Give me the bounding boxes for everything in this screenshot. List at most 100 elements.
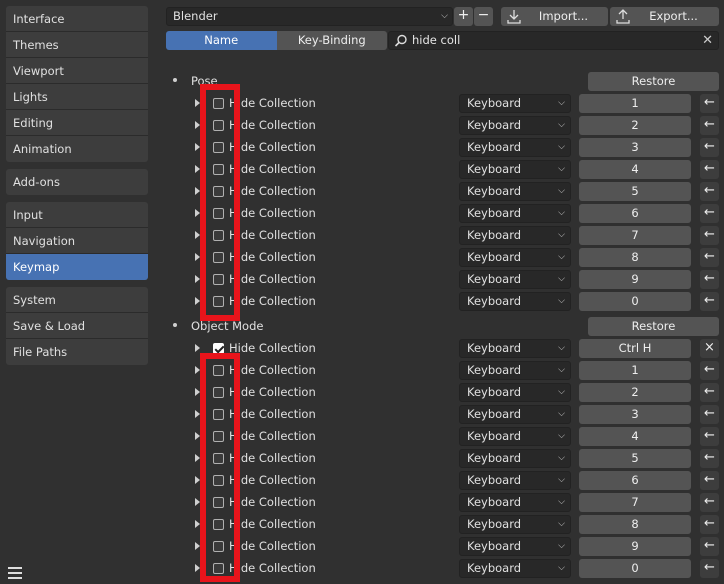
sidebar-item-system[interactable]: System <box>6 287 148 313</box>
key-binding-button[interactable]: 9 <box>579 270 691 289</box>
input-device-dropdown[interactable]: Keyboard ⌵ <box>459 537 571 556</box>
restore-item-icon[interactable]: ← <box>700 449 719 468</box>
input-device-dropdown[interactable]: Keyboard ⌵ <box>459 427 571 446</box>
input-device-dropdown[interactable]: Keyboard ⌵ <box>459 226 571 245</box>
key-binding-button[interactable]: 1 <box>579 94 691 113</box>
sidebar-item-keymap[interactable]: Keymap <box>6 254 148 280</box>
sidebar-item-add-ons[interactable]: Add-ons <box>6 169 148 195</box>
sidebar-item-lights[interactable]: Lights <box>6 84 148 110</box>
key-binding-button[interactable]: 0 <box>579 292 691 311</box>
restore-item-icon[interactable]: ← <box>700 292 719 311</box>
sidebar-item-editing[interactable]: Editing <box>6 110 148 136</box>
input-device-label: Keyboard <box>467 561 522 575</box>
sidebar-item-input[interactable]: Input <box>6 202 148 228</box>
chevron-down-icon: ⌵ <box>558 519 565 529</box>
keymap-item-name: Hide Collection <box>229 140 316 154</box>
restore-item-icon[interactable]: ← <box>700 515 719 534</box>
input-device-dropdown[interactable]: Keyboard ⌵ <box>459 383 571 402</box>
input-device-dropdown[interactable]: Keyboard ⌵ <box>459 493 571 512</box>
restore-item-icon[interactable]: ← <box>700 270 719 289</box>
tab-key-binding[interactable]: Key-Binding <box>276 31 387 50</box>
clear-search-icon[interactable]: ✕ <box>702 32 713 49</box>
key-binding-button[interactable]: 1 <box>579 361 691 380</box>
restore-item-icon[interactable]: ← <box>700 471 719 490</box>
section-title: Object Mode <box>191 319 264 333</box>
input-device-dropdown[interactable]: Keyboard ⌵ <box>459 559 571 578</box>
key-binding-button[interactable]: 4 <box>579 160 691 179</box>
key-binding-button[interactable]: 8 <box>579 515 691 534</box>
key-binding-button[interactable]: 3 <box>579 138 691 157</box>
key-binding-button[interactable]: 5 <box>579 449 691 468</box>
input-device-dropdown[interactable]: Keyboard ⌵ <box>459 248 571 267</box>
menu-icon[interactable] <box>8 567 22 582</box>
sidebar-item-viewport[interactable]: Viewport <box>6 58 148 84</box>
restore-button[interactable]: Restore <box>588 317 719 336</box>
restore-item-icon[interactable]: ← <box>700 116 719 135</box>
input-device-label: Keyboard <box>467 228 522 242</box>
input-device-dropdown[interactable]: Keyboard ⌵ <box>459 182 571 201</box>
key-binding-button[interactable]: 6 <box>579 471 691 490</box>
key-binding-button[interactable]: 2 <box>579 383 691 402</box>
sidebar-item-interface[interactable]: Interface <box>6 6 148 32</box>
input-device-dropdown[interactable]: Keyboard ⌵ <box>459 138 571 157</box>
import-button[interactable]: Import... <box>501 7 608 26</box>
remove-preset-button[interactable]: − <box>474 7 493 26</box>
input-device-dropdown[interactable]: Keyboard ⌵ <box>459 94 571 113</box>
input-device-dropdown[interactable]: Keyboard ⌵ <box>459 471 571 490</box>
input-device-dropdown[interactable]: Keyboard ⌵ <box>459 160 571 179</box>
search-input[interactable]: hide coll ✕ <box>388 31 719 50</box>
restore-item-icon[interactable]: ← <box>700 94 719 113</box>
chevron-down-icon: ⌵ <box>558 120 565 130</box>
key-binding-button[interactable]: 6 <box>579 204 691 223</box>
restore-button[interactable]: Restore <box>588 72 719 91</box>
add-preset-button[interactable]: + <box>454 7 473 26</box>
restore-item-icon[interactable]: ← <box>700 383 719 402</box>
restore-item-icon[interactable]: ← <box>700 537 719 556</box>
key-binding-button[interactable]: 2 <box>579 116 691 135</box>
input-device-dropdown[interactable]: Keyboard ⌵ <box>459 270 571 289</box>
sidebar-item-file-paths[interactable]: File Paths <box>6 339 148 365</box>
input-device-dropdown[interactable]: Keyboard ⌵ <box>459 204 571 223</box>
key-binding-button[interactable]: Ctrl H <box>579 339 691 358</box>
input-device-label: Keyboard <box>467 140 522 154</box>
input-device-dropdown[interactable]: Keyboard ⌵ <box>459 339 571 358</box>
input-device-dropdown[interactable]: Keyboard ⌵ <box>459 116 571 135</box>
tab-name[interactable]: Name <box>166 31 277 50</box>
remove-item-icon[interactable]: × <box>700 339 719 358</box>
keymap-item-name: Hide Collection <box>229 495 316 509</box>
restore-item-icon[interactable]: ← <box>700 160 719 179</box>
input-device-dropdown[interactable]: Keyboard ⌵ <box>459 449 571 468</box>
restore-item-icon[interactable]: ← <box>700 427 719 446</box>
key-binding-button[interactable]: 4 <box>579 427 691 446</box>
input-device-dropdown[interactable]: Keyboard ⌵ <box>459 292 571 311</box>
keymap-item-row: Hide Collection Keyboard ⌵ 6 ← <box>155 204 724 223</box>
input-device-dropdown[interactable]: Keyboard ⌵ <box>459 515 571 534</box>
key-binding-button[interactable]: 9 <box>579 537 691 556</box>
keymap-preset-dropdown[interactable]: Blender ⌵ <box>166 7 453 26</box>
key-binding-button[interactable]: 8 <box>579 248 691 267</box>
disclosure-triangle-icon[interactable] <box>195 344 200 352</box>
key-binding-button[interactable]: 5 <box>579 182 691 201</box>
chevron-down-icon: ⌵ <box>558 142 565 152</box>
restore-item-icon[interactable]: ← <box>700 248 719 267</box>
restore-item-icon[interactable]: ← <box>700 405 719 424</box>
restore-item-icon[interactable]: ← <box>700 138 719 157</box>
key-binding-button[interactable]: 7 <box>579 226 691 245</box>
sidebar-item-save-load[interactable]: Save & Load <box>6 313 148 339</box>
restore-item-icon[interactable]: ← <box>700 559 719 578</box>
restore-item-icon[interactable]: ← <box>700 204 719 223</box>
restore-item-icon[interactable]: ← <box>700 493 719 512</box>
keymap-item-row: Hide Collection Keyboard ⌵ 0 ← <box>155 292 724 311</box>
sidebar-item-navigation[interactable]: Navigation <box>6 228 148 254</box>
input-device-dropdown[interactable]: Keyboard ⌵ <box>459 361 571 380</box>
input-device-dropdown[interactable]: Keyboard ⌵ <box>459 405 571 424</box>
sidebar-item-themes[interactable]: Themes <box>6 32 148 58</box>
sidebar-item-animation[interactable]: Animation <box>6 136 148 162</box>
restore-item-icon[interactable]: ← <box>700 226 719 245</box>
key-binding-button[interactable]: 0 <box>579 559 691 578</box>
export-button[interactable]: Export... <box>610 7 719 26</box>
key-binding-button[interactable]: 7 <box>579 493 691 512</box>
restore-item-icon[interactable]: ← <box>700 361 719 380</box>
restore-item-icon[interactable]: ← <box>700 182 719 201</box>
key-binding-button[interactable]: 3 <box>579 405 691 424</box>
